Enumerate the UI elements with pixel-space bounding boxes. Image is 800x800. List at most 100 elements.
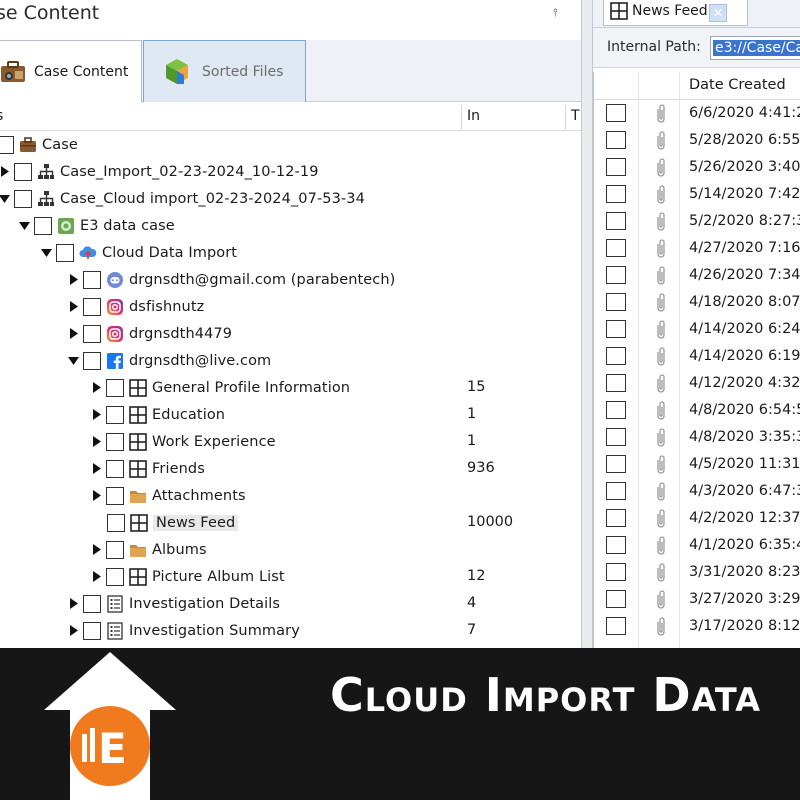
row-checkbox[interactable] (606, 347, 626, 365)
collapsed-arrow-icon[interactable] (90, 436, 102, 448)
pin-icon[interactable]: ⫯ (553, 6, 558, 20)
tree-checkbox[interactable] (34, 216, 52, 235)
collapsed-arrow-icon[interactable] (90, 490, 102, 502)
row-checkbox[interactable] (606, 401, 626, 419)
tree-row[interactable]: Picture Album List 12 (0, 563, 581, 590)
row-checkbox[interactable] (606, 482, 626, 500)
expanded-arrow-icon[interactable] (67, 355, 79, 367)
tree-row[interactable]: drgnsdth4479 (0, 320, 581, 347)
expanded-arrow-icon[interactable] (40, 247, 52, 259)
column-date-created-header[interactable]: Date Created (689, 77, 786, 93)
tree-checkbox[interactable] (106, 459, 124, 478)
column-divider[interactable] (461, 105, 462, 129)
tree-row[interactable]: Case_Cloud import_02-23-2024_07-53-34 (0, 185, 581, 212)
table-row[interactable]: 4/18/2020 8:07: (593, 289, 800, 316)
tree-row[interactable]: General Profile Information 15 (0, 374, 581, 401)
tree-checkbox[interactable] (107, 513, 125, 532)
collapsed-arrow-icon[interactable] (67, 598, 79, 610)
close-tab-button[interactable]: ✕ (709, 4, 727, 22)
row-checkbox[interactable] (606, 131, 626, 149)
table-row[interactable]: 3/27/2020 3:29: (593, 586, 800, 613)
panel-splitter[interactable] (581, 0, 593, 648)
row-checkbox[interactable] (606, 320, 626, 338)
tree-checkbox[interactable] (106, 378, 124, 397)
table-row[interactable]: 5/2/2020 8:27:3 (593, 208, 800, 235)
row-checkbox[interactable] (606, 266, 626, 284)
row-checkbox[interactable] (606, 536, 626, 554)
tree-checkbox[interactable] (106, 540, 124, 559)
row-checkbox[interactable] (606, 509, 626, 527)
row-checkbox[interactable] (606, 563, 626, 581)
internal-path-field[interactable]: e3://Case/Ca (710, 36, 800, 60)
table-row[interactable]: 4/3/2020 6:47:3 (593, 478, 800, 505)
tree-row[interactable]: Cloud Data Import (0, 239, 581, 266)
collapsed-arrow-icon[interactable] (67, 301, 79, 313)
table-row[interactable]: 4/12/2020 4:32: (593, 370, 800, 397)
tree-checkbox[interactable] (106, 567, 124, 586)
tab-case-content[interactable]: Case Content (0, 40, 142, 103)
table-row[interactable]: 4/26/2020 7:34: (593, 262, 800, 289)
table-row[interactable]: 4/8/2020 3:35:3 (593, 424, 800, 451)
tree-checkbox[interactable] (83, 351, 101, 370)
collapsed-arrow-icon[interactable] (67, 328, 79, 340)
row-checkbox[interactable] (606, 212, 626, 230)
row-checkbox[interactable] (606, 428, 626, 446)
tree-checkbox[interactable] (14, 189, 32, 208)
tree-checkbox[interactable] (14, 162, 32, 181)
tree-row[interactable]: drgnsdth@live.com (0, 347, 581, 374)
tree-checkbox[interactable] (56, 243, 74, 262)
collapsed-arrow-icon[interactable] (67, 274, 79, 286)
tree-row[interactable]: News Feed 10000 (0, 509, 581, 536)
tree-row[interactable]: Attachments (0, 482, 581, 509)
table-row[interactable]: 3/17/2020 8:12: (593, 613, 800, 640)
row-checkbox[interactable] (606, 104, 626, 122)
column-t-header[interactable]: T (571, 108, 580, 124)
column-name-header[interactable]: s (0, 108, 3, 124)
tree-checkbox[interactable] (83, 621, 101, 640)
table-row[interactable]: 5/14/2020 7:42: (593, 181, 800, 208)
tree-row[interactable]: E3 data case (0, 212, 581, 239)
table-row[interactable]: 5/28/2020 6:55: (593, 127, 800, 154)
collapsed-arrow-icon[interactable] (90, 571, 102, 583)
tree-row[interactable]: Albums (0, 536, 581, 563)
tree-row[interactable]: Case_Import_02-23-2024_10-12-19 (0, 158, 581, 185)
row-checkbox[interactable] (606, 617, 626, 635)
row-checkbox[interactable] (606, 239, 626, 257)
table-row[interactable]: 6/6/2020 4:41:2 (593, 100, 800, 127)
tree-checkbox[interactable] (106, 405, 124, 424)
tree-row[interactable]: drgnsdth@gmail.com (parabentech) (0, 266, 581, 293)
collapsed-arrow-icon[interactable] (90, 463, 102, 475)
expanded-arrow-icon[interactable] (0, 193, 10, 205)
row-checkbox[interactable] (606, 374, 626, 392)
tree-checkbox[interactable] (83, 270, 101, 289)
column-divider[interactable] (565, 105, 566, 129)
expanded-arrow-icon[interactable] (18, 220, 30, 232)
table-row[interactable]: 4/27/2020 7:16: (593, 235, 800, 262)
table-row[interactable]: 4/14/2020 6:24: (593, 316, 800, 343)
table-row[interactable]: 4/1/2020 6:35:4 (593, 532, 800, 559)
tree-row[interactable]: dsfishnutz (0, 293, 581, 320)
tree-row[interactable]: Investigation Details 4 (0, 590, 581, 617)
column-in-header[interactable]: In (467, 108, 480, 124)
row-checkbox[interactable] (606, 185, 626, 203)
table-row[interactable]: 3/31/2020 8:23: (593, 559, 800, 586)
table-row[interactable]: 4/8/2020 6:54:5 (593, 397, 800, 424)
collapsed-arrow-icon[interactable] (90, 409, 102, 421)
row-checkbox[interactable] (606, 158, 626, 176)
table-row[interactable]: 4/2/2020 12:37: (593, 505, 800, 532)
tree-row[interactable]: Investigation Summary 7 (0, 617, 581, 644)
tree-checkbox[interactable] (83, 594, 101, 613)
tab-sorted-files[interactable]: Sorted Files (143, 40, 306, 102)
tree-row[interactable]: Education 1 (0, 401, 581, 428)
collapsed-arrow-icon[interactable] (90, 382, 102, 394)
tree-checkbox[interactable] (83, 324, 101, 343)
table-row[interactable]: 5/26/2020 3:40: (593, 154, 800, 181)
row-checkbox[interactable] (606, 590, 626, 608)
table-row[interactable]: 4/5/2020 11:31: (593, 451, 800, 478)
row-checkbox[interactable] (606, 293, 626, 311)
tree-checkbox[interactable] (83, 297, 101, 316)
tree-row[interactable]: Friends 936 (0, 455, 581, 482)
tree-checkbox[interactable] (0, 135, 14, 154)
collapsed-arrow-icon[interactable] (0, 166, 10, 178)
tree-row[interactable]: Case (0, 131, 581, 158)
